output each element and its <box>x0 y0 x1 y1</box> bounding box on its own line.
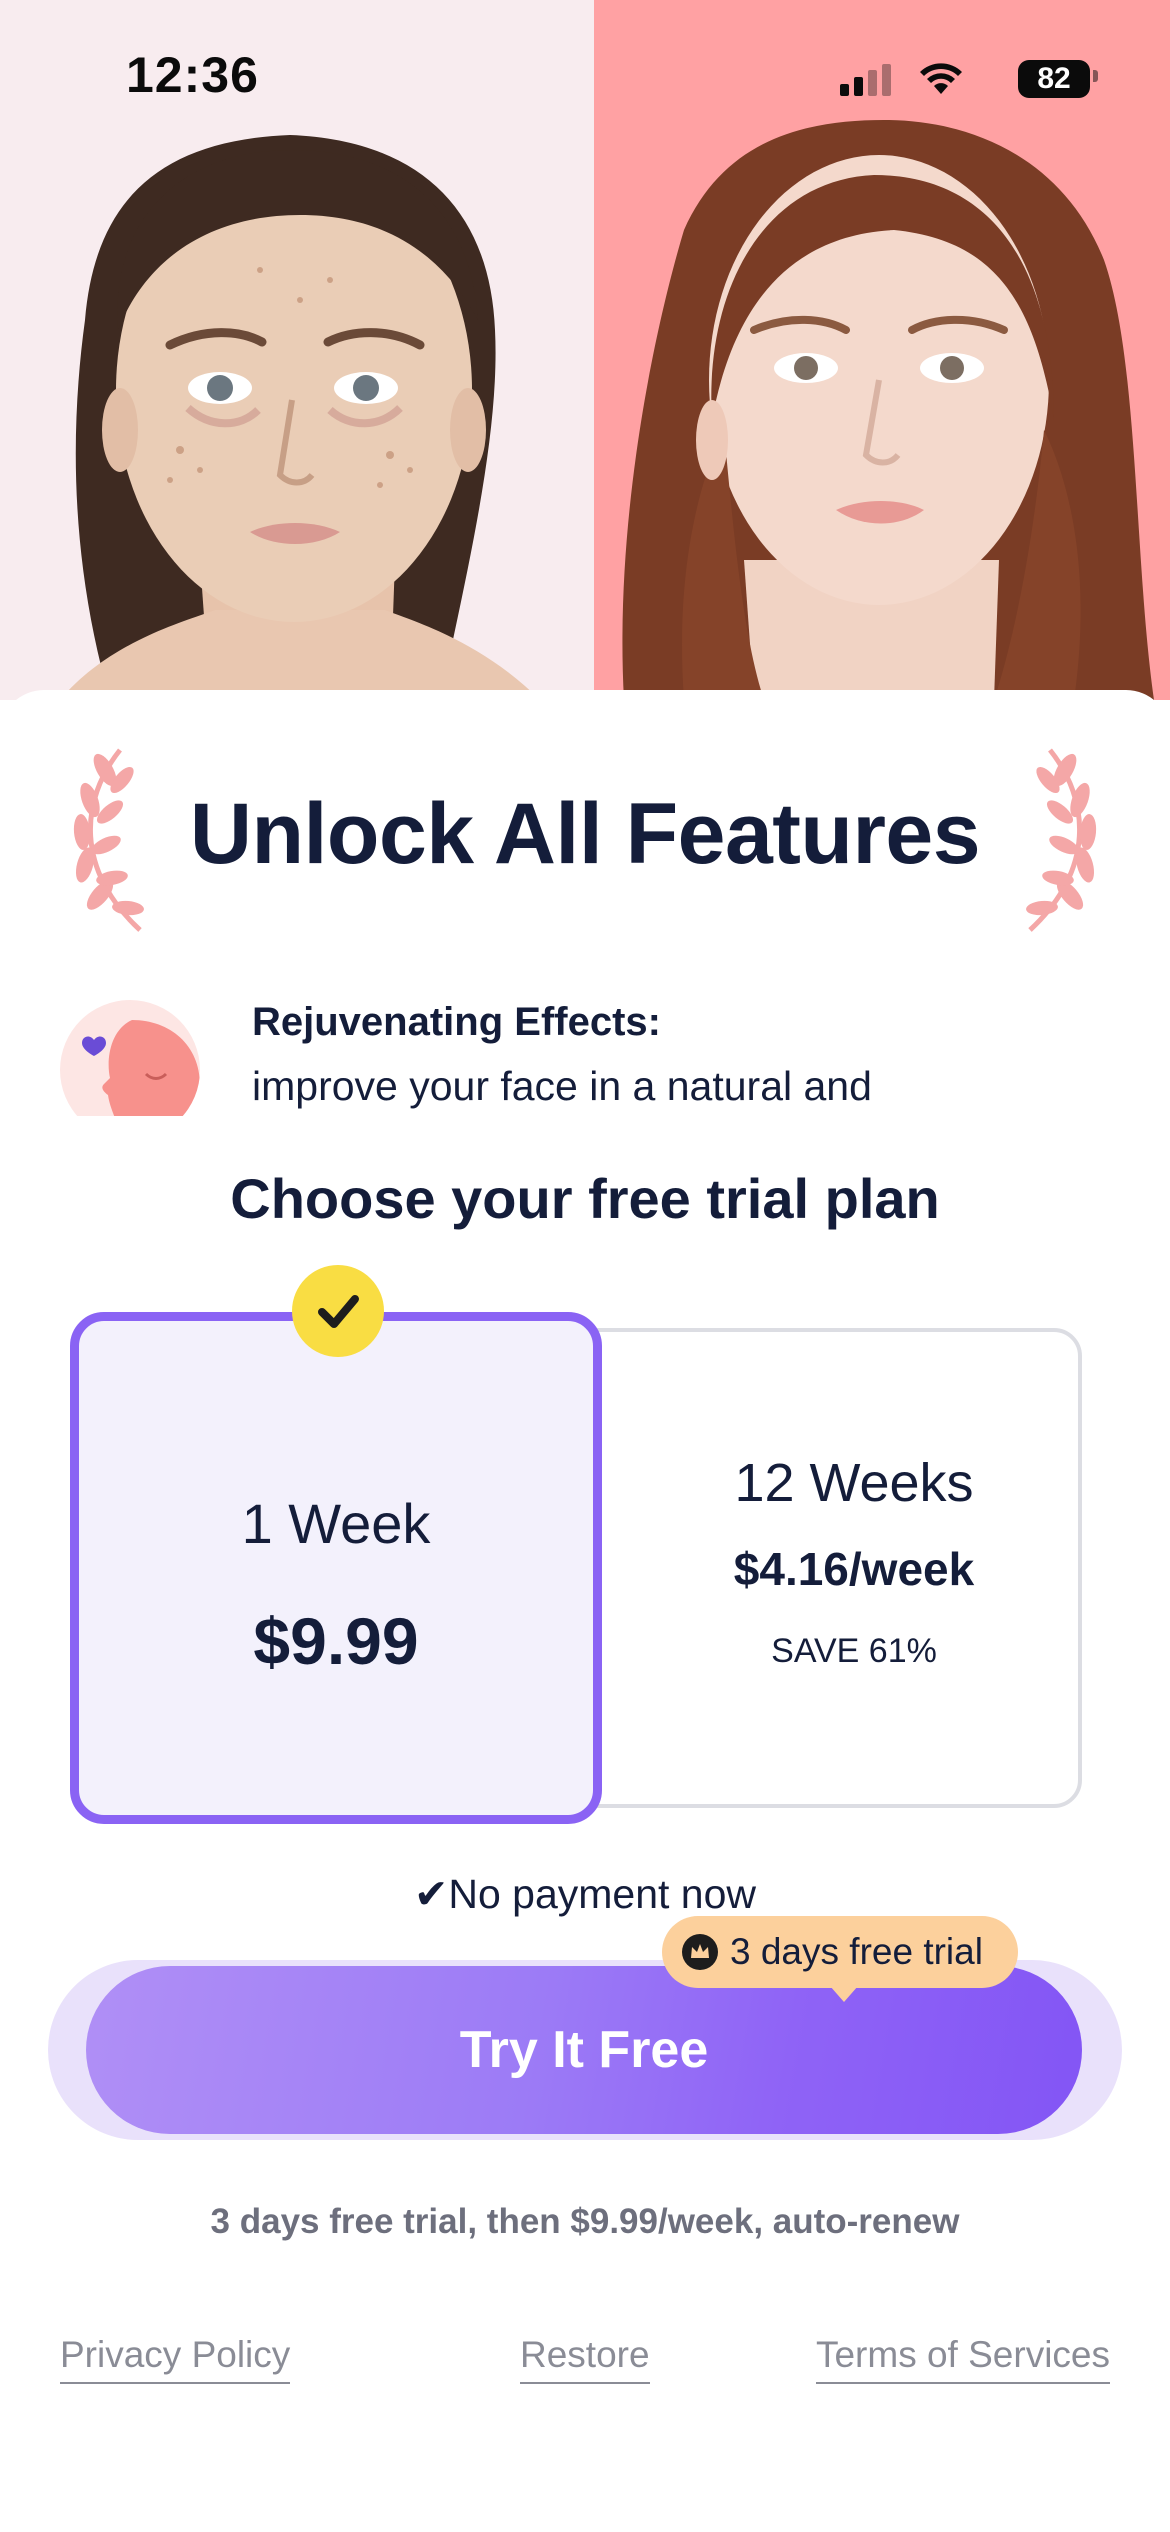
plan-name: 1 Week <box>241 1492 431 1555</box>
battery-tip <box>1093 70 1098 82</box>
plan-price: $9.99 <box>253 1604 419 1678</box>
trial-badge: 3 days free trial <box>662 1916 1018 2002</box>
feature-title: Rejuvenating Effects: <box>252 1000 661 1044</box>
feature-item: Rejuvenating Effects: improve your face … <box>60 990 1120 1116</box>
status-bar: 12:36 82 <box>0 0 1170 150</box>
trial-badge-tail <box>830 1986 858 2002</box>
status-time: 12:36 <box>126 47 259 103</box>
no-payment-note: ✔No payment now <box>413 1871 756 1917</box>
trial-badge-label: 3 days free trial <box>730 1931 983 1972</box>
plan-card-12-weeks[interactable]: 12 Weeks $4.16/week SAVE 61% <box>560 1328 1082 1808</box>
privacy-policy-link[interactable]: Privacy Policy <box>60 2334 291 2384</box>
paywall-title: Unlock All Features <box>189 786 981 882</box>
cellular-signal-icon <box>840 64 891 96</box>
plan-heading: Choose your free trial plan <box>230 1167 940 1230</box>
battery-icon: 82 <box>1018 60 1090 98</box>
status-icons: 82 <box>840 56 1098 100</box>
face-glow-icon <box>60 1000 200 1116</box>
paywall-sheet: Unlock All Features Rejuvenating Effects… <box>0 690 1170 2532</box>
selected-check-icon <box>292 1265 384 1357</box>
plan-save-label: SAVE 61% <box>771 1632 937 1670</box>
plan-price: $4.16/week <box>733 1543 975 1595</box>
terms-of-service-link[interactable]: Terms of Services <box>815 2334 1110 2384</box>
crown-icon <box>682 1934 718 1970</box>
feature-description: improve your face in a natural and healt… <box>252 1063 872 1109</box>
wifi-icon <box>920 63 962 94</box>
plan-card-1-week[interactable]: 1 Week $9.99 <box>70 1312 602 1824</box>
try-it-free-button[interactable]: Try It Free <box>86 1966 1082 2134</box>
hero-comparison: 12:36 82 <box>0 0 1170 700</box>
plan-name: 12 Weeks <box>734 1453 974 1513</box>
restore-link[interactable]: Restore <box>520 2334 650 2384</box>
renewal-terms: 3 days free trial, then $9.99/week, auto… <box>210 2202 960 2241</box>
